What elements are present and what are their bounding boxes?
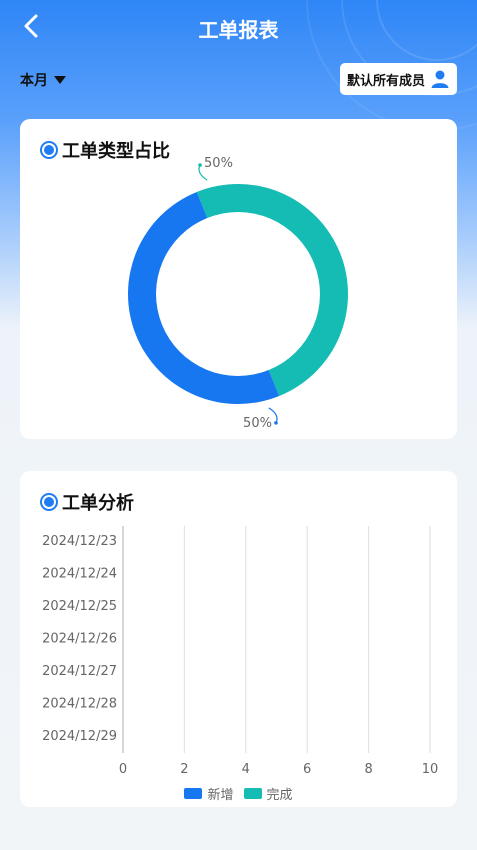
- period-label: 本月: [20, 73, 48, 89]
- x-tick-label: 10: [422, 762, 439, 777]
- x-tick-label: 6: [303, 762, 311, 777]
- x-tick-label: 4: [242, 762, 250, 777]
- x-tick-label: 0: [119, 762, 127, 777]
- member-filter-button[interactable]: 默认所有成员: [339, 63, 457, 95]
- donut-slice-1[interactable]: [128, 192, 280, 404]
- legend-swatch-done: [243, 788, 262, 799]
- y-tick-label: 2024/12/28: [42, 696, 117, 711]
- analysis-card: 工单分析 0 2 4 6 8 10 2024/12/23 2024/12/24 2024/12/…: [20, 471, 457, 807]
- caret-down-icon: [54, 76, 66, 84]
- legend-label-new: 新增: [207, 788, 234, 803]
- legend-swatch-new: [184, 788, 203, 799]
- y-tick-label: 2024/12/29: [42, 729, 117, 744]
- donut-label-1: 50%: [243, 416, 272, 431]
- person-icon: [431, 70, 449, 88]
- period-dropdown[interactable]: 本月: [20, 70, 66, 90]
- chart-legend: 新增 完成: [20, 784, 457, 803]
- x-tick-label: 2: [180, 762, 188, 777]
- donut-label-0: 50%: [204, 156, 233, 171]
- y-tick-label: 2024/12/25: [42, 599, 117, 614]
- y-tick-label: 2024/12/24: [42, 567, 117, 582]
- page-title: 工单报表: [198, 18, 279, 42]
- legend-item-done[interactable]: 完成: [243, 784, 293, 803]
- legend-label-done: 完成: [266, 788, 293, 803]
- y-tick-label: 2024/12/23: [42, 534, 117, 549]
- y-tick-label: 2024/12/27: [42, 664, 117, 679]
- donut-leader-dot-1: [274, 421, 278, 425]
- analysis-bar-chart: 0 2 4 6 8 10 2024/12/23 2024/12/24 2024/12/25 202…: [42, 526, 439, 777]
- y-tick-label: 2024/12/26: [42, 632, 117, 647]
- x-tick-label: 8: [364, 762, 372, 777]
- header-bar: 工单报表: [0, 0, 477, 54]
- legend-item-new[interactable]: 新增: [184, 784, 234, 803]
- donut-leader-dot-0: [198, 163, 202, 167]
- donut-chart: 50% 50%: [128, 156, 349, 431]
- member-label: 默认所有成员: [346, 73, 425, 89]
- type-ratio-card: 工单类型占比 50% 50%: [20, 119, 457, 439]
- donut-slice-0[interactable]: [196, 184, 349, 396]
